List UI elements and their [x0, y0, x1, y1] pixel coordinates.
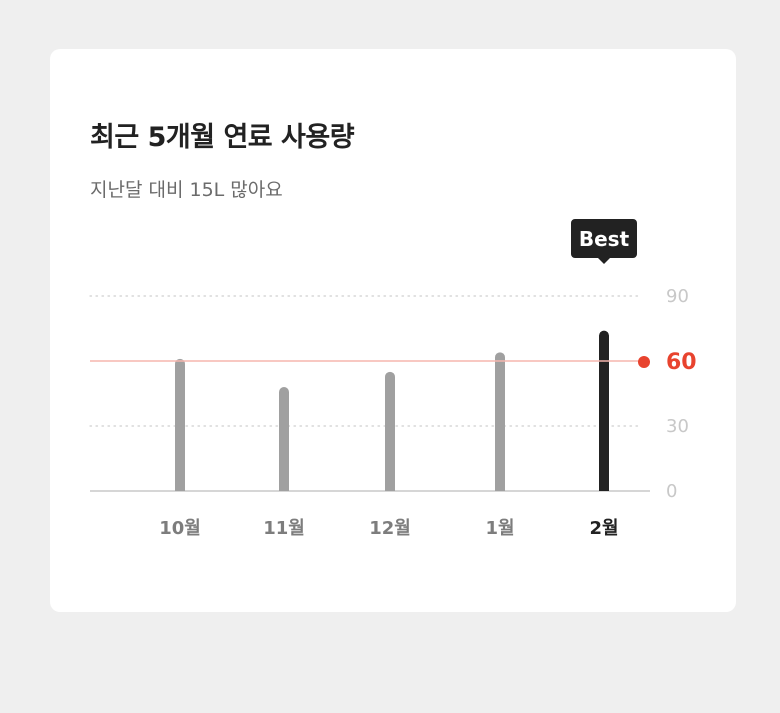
x-category-label: 11월: [263, 518, 305, 539]
reference-line-label: 60: [666, 350, 697, 375]
bar: [279, 387, 289, 491]
best-badge-label: Best: [579, 227, 630, 251]
bar: [495, 352, 505, 491]
reference-dot: [638, 356, 650, 368]
bar: [385, 371, 395, 491]
bar: [175, 358, 185, 491]
bar-highlight: [599, 330, 609, 491]
y-tick-label: 30: [666, 416, 689, 437]
fuel-usage-card: 최근 5개월 연료 사용량 지난달 대비 15L 많아요 0 30 90 60 10월 1…: [50, 49, 736, 612]
y-tick-label: 0: [666, 481, 677, 502]
bar-base: [385, 485, 395, 491]
bar-base: [279, 485, 289, 491]
fuel-usage-chart: 0 30 90 60 10월 11월 12월 1월 2월 Best: [89, 219, 697, 539]
x-category-label: 10월: [159, 518, 201, 539]
best-badge-pointer: [598, 258, 610, 264]
y-tick-label: 90: [666, 286, 689, 307]
x-category-label: 1월: [485, 518, 514, 539]
bar-base: [175, 485, 185, 491]
bar-base: [495, 485, 505, 491]
x-category-label: 2월: [589, 518, 618, 539]
x-category-label: 12월: [369, 518, 411, 539]
bar-base: [599, 485, 609, 491]
